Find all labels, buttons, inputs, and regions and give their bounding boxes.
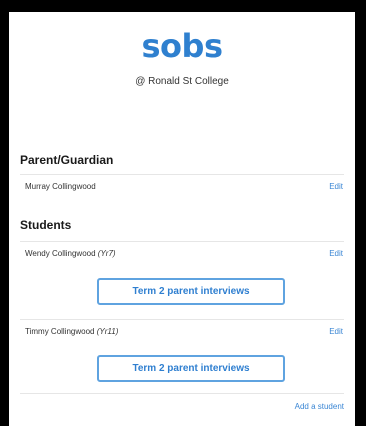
student-row: Wendy Collingwood (Yr7) Edit [20,241,344,268]
add-student-link[interactable]: Add a student [295,402,344,411]
edit-parent-link[interactable]: Edit [329,182,343,191]
parent-name: Murray Collingwood [25,182,96,191]
students-heading: Students [20,218,72,232]
student-year: (Yr7) [97,249,116,258]
sobs-logo: sobs [141,27,223,65]
divider [20,393,344,394]
student-name-text: Wendy Collingwood [25,249,96,258]
school-name: @ Ronald St College [135,76,229,87]
parent-row: Murray Collingwood Edit [20,174,344,201]
term2-parent-interviews-button[interactable]: Term 2 parent interviews [97,355,285,382]
student-year: (Yr11) [96,327,119,336]
app-frame: sobs @ Ronald St College Parent/Guardian… [9,12,355,426]
student-name: Timmy Collingwood (Yr11) [25,327,118,336]
student-row: Timmy Collingwood (Yr11) Edit [20,319,344,346]
student-name-text: Timmy Collingwood [25,327,95,336]
term2-parent-interviews-button[interactable]: Term 2 parent interviews [97,278,285,305]
edit-student-link[interactable]: Edit [329,249,343,258]
parent-guardian-heading: Parent/Guardian [20,153,114,167]
student-name: Wendy Collingwood (Yr7) [25,249,116,258]
edit-student-link[interactable]: Edit [329,327,343,336]
